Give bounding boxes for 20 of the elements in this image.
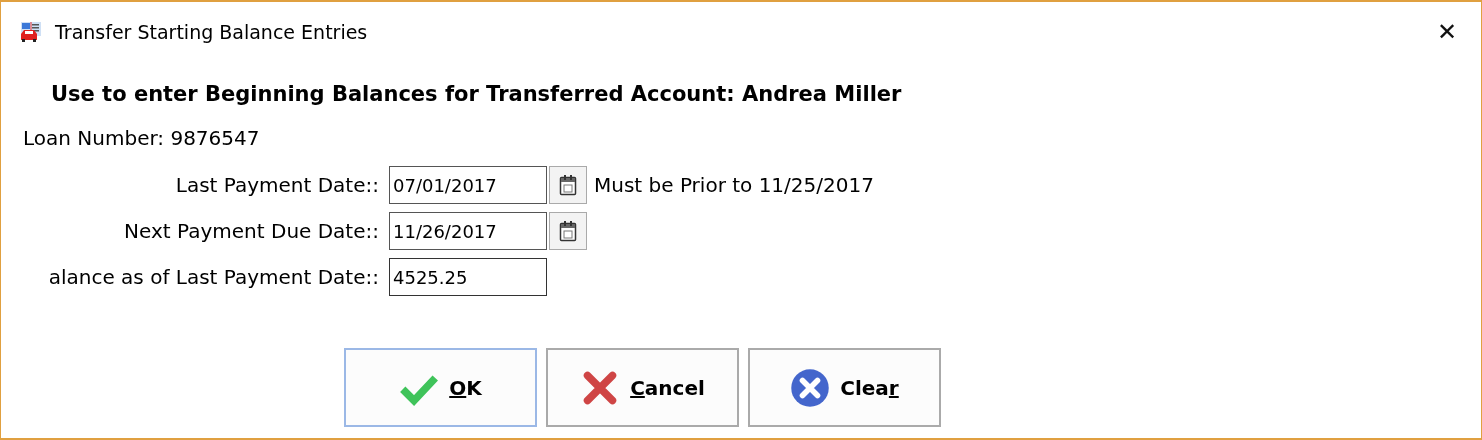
date-note: Must be Prior to 11/25/2017	[594, 173, 874, 197]
clear-button[interactable]: Clear	[748, 348, 941, 427]
cancel-button[interactable]: Cancel	[546, 348, 739, 427]
calendar-button[interactable]	[549, 212, 587, 250]
input-field[interactable]: 07/01/2017	[389, 166, 547, 204]
calendar-icon	[559, 174, 577, 196]
field-label: Last Payment Date::	[174, 173, 379, 197]
ok-button[interactable]: OK	[344, 348, 537, 427]
app-icon	[19, 21, 43, 43]
window-title: Transfer Starting Balance Entries	[55, 21, 369, 43]
input-field[interactable]: 4525.25	[389, 258, 547, 296]
field-label: Next Payment Due Date::	[123, 219, 379, 243]
clear-icon	[790, 367, 831, 408]
calendar-icon	[559, 220, 577, 242]
heading: Use to enter Beginning Balances for Transferred Account: Andrea Miller	[51, 82, 903, 106]
input-field[interactable]: 11/26/2017	[389, 212, 547, 250]
calendar-button[interactable]	[549, 166, 587, 204]
field-label: alance as of Last Payment Date::	[47, 265, 379, 289]
close-button[interactable]: ✕	[1417, 7, 1477, 57]
loan-number: Loan Number: 9876547	[23, 126, 261, 150]
